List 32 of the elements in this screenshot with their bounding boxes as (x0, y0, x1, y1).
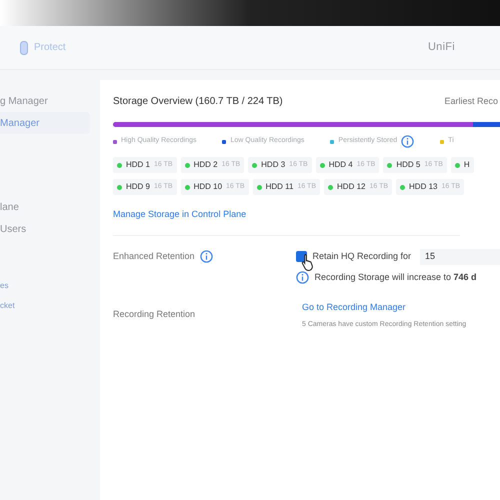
disk-name: HDD 1 (126, 159, 150, 171)
sidebar-item[interactable]: g Manager (0, 90, 90, 112)
disk-name: HDD 13 (409, 181, 438, 193)
disk-name: HDD 12 (337, 181, 366, 193)
disk-name: H (464, 159, 470, 171)
disk-name: HDD 2 (194, 159, 218, 171)
disk-name: HDD 11 (266, 181, 294, 193)
earliest-label: Earliest Reco (444, 94, 499, 108)
app-name[interactable]: Protect (34, 40, 66, 55)
disk-name: HDD 3 (261, 159, 286, 171)
sidebar-item[interactable]: Users (0, 218, 90, 240)
info-icon (401, 135, 414, 148)
camera-icon (20, 40, 28, 54)
retain-checkbox-label: Retain HQ Recording for (312, 250, 411, 263)
manage-storage-link[interactable]: Manage Storage in Control Plane (113, 208, 246, 222)
brand-name: UniFi (428, 40, 455, 56)
days-field[interactable]: 15 (420, 248, 500, 264)
storage-increase-note: Recording Storage will increase to 746 d (314, 270, 477, 284)
sidebar-link[interactable]: es (0, 280, 90, 292)
recording-manager-link[interactable]: Go to Recording Manager (302, 301, 406, 314)
storage-title: Storage Overview (160.7 TB / 224 TB) (113, 95, 283, 109)
recording-retention-label: Recording Retention (113, 309, 196, 319)
disk-name: HDD 9 (126, 181, 150, 193)
disk-name: HDD 5 (396, 159, 420, 171)
sidebar-item[interactable]: lane (0, 196, 90, 218)
disk-name: HDD 10 (194, 181, 222, 193)
disk-name: HDD 4 (328, 159, 353, 171)
enhanced-retention-label: Enhanced Retention (113, 250, 195, 263)
sidebar-item[interactable]: Manager (0, 112, 90, 134)
info-icon (296, 270, 310, 284)
info-icon (200, 250, 213, 263)
sidebar-link[interactable]: cket (0, 300, 90, 312)
